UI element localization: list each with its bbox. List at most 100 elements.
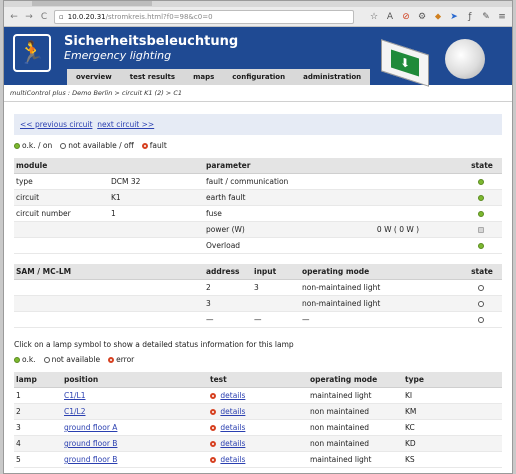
state-cell bbox=[462, 221, 502, 238]
col-state: state bbox=[462, 158, 502, 174]
browser-tab[interactable] bbox=[32, 1, 152, 6]
row-value: DCM 32 bbox=[109, 173, 204, 190]
lamp-mode: maintained light bbox=[308, 387, 403, 404]
lamp-position-link[interactable]: ground floor A bbox=[64, 423, 117, 432]
details-link[interactable]: details bbox=[220, 439, 245, 448]
details-link[interactable]: details bbox=[220, 407, 245, 416]
state-cell bbox=[462, 295, 502, 312]
font-icon[interactable]: A bbox=[385, 12, 395, 22]
lamp-type: KM bbox=[403, 403, 502, 420]
menu-overview[interactable]: overview bbox=[67, 73, 121, 81]
legend-error: error bbox=[108, 355, 134, 364]
arrow-icon[interactable]: ➤ bbox=[449, 12, 459, 22]
col-type: type bbox=[403, 372, 502, 388]
state-cell bbox=[462, 189, 502, 206]
grey-status-icon bbox=[478, 227, 484, 233]
pin-icon[interactable]: ⬥ bbox=[433, 12, 443, 22]
row-pvalue bbox=[334, 237, 462, 254]
col-operating-mode: operating mode bbox=[300, 264, 462, 280]
lamp-number: 4 bbox=[14, 435, 62, 452]
address-bar[interactable]: ▫ 10.0.20.31/stromkreis.html?f0=98&c0=0 bbox=[54, 9, 354, 24]
tools-icon[interactable]: ✎ bbox=[481, 12, 491, 22]
lamp-test-cell: details bbox=[208, 387, 308, 404]
lamp-position-link[interactable]: C1/L1 bbox=[64, 391, 86, 400]
legend-na-label: not available bbox=[51, 355, 101, 364]
lamp-type: KI bbox=[403, 387, 502, 404]
row-mode: non-maintained light bbox=[300, 295, 462, 312]
lamp-position-link[interactable]: ground floor B bbox=[64, 455, 117, 464]
menu-administration[interactable]: administration bbox=[294, 73, 370, 81]
row-param: earth fault bbox=[204, 189, 334, 206]
legend-na: not available / off bbox=[60, 141, 134, 150]
lamp-test-cell: details bbox=[208, 435, 308, 452]
lamp-test-cell: details bbox=[208, 451, 308, 468]
lamp-position-cell: C1/L1 bbox=[62, 387, 208, 404]
module-table: module parameter state type DCM 32 fault… bbox=[14, 158, 502, 254]
col-input: input bbox=[252, 264, 300, 280]
ok-icon bbox=[14, 143, 20, 149]
col-sam: SAM / MC-LM bbox=[14, 264, 204, 280]
error-status-icon[interactable] bbox=[210, 441, 216, 447]
details-link[interactable]: details bbox=[220, 391, 245, 400]
ok-status-icon bbox=[478, 211, 484, 217]
lamp-position-cell: ground floor B bbox=[62, 435, 208, 452]
ok-status-icon bbox=[478, 243, 484, 249]
error-status-icon[interactable] bbox=[210, 409, 216, 415]
row-label: circuit number bbox=[14, 205, 109, 222]
url-host: 10.0.20.31 bbox=[67, 12, 106, 21]
lamp-position-cell: ground floor B bbox=[62, 451, 208, 468]
app-header: 🏃 Sicherheitsbeleuchtung Emergency light… bbox=[4, 27, 512, 87]
row-address: — bbox=[204, 311, 252, 328]
forward-button[interactable]: → bbox=[24, 12, 34, 22]
reload-button[interactable]: C bbox=[39, 12, 49, 22]
previous-circuit-link[interactable]: << previous circuit bbox=[20, 120, 92, 129]
lamp-mode: maintained light bbox=[308, 451, 403, 468]
table-row: 4 ground floor B details non maintained … bbox=[14, 435, 502, 452]
url-path: /stromkreis.html?f0=98&c0=0 bbox=[105, 12, 213, 21]
lamp-position-link[interactable]: ground floor B bbox=[64, 439, 117, 448]
details-link[interactable]: details bbox=[220, 423, 245, 432]
menu-configuration[interactable]: configuration bbox=[223, 73, 294, 81]
legend-ok-label: o.k. bbox=[22, 355, 36, 364]
legend-fault-label: fault bbox=[149, 141, 167, 150]
col-operating-mode: operating mode bbox=[308, 372, 403, 388]
main-menu: overview test results maps configuration… bbox=[67, 69, 371, 85]
na-icon bbox=[60, 143, 67, 149]
legend-na: not available bbox=[43, 355, 101, 364]
menu-maps[interactable]: maps bbox=[184, 73, 223, 81]
lamp-test-cell: details bbox=[208, 403, 308, 420]
row-address: 2 bbox=[204, 279, 252, 296]
lamp-position-link[interactable]: C1/L2 bbox=[64, 407, 86, 416]
status-legend: o.k. / on not available / off fault bbox=[14, 141, 502, 150]
sam-table: SAM / MC-LM address input operating mode… bbox=[14, 264, 502, 328]
formula-icon[interactable]: ƒ bbox=[465, 12, 475, 22]
next-circuit-link[interactable]: next circuit >> bbox=[97, 120, 154, 129]
table-row: 3 non-maintained light bbox=[14, 295, 502, 312]
table-row: 2 C1/L2 details non maintained KM bbox=[14, 403, 502, 420]
extension-icons: ☆ A ⊘ ⚙ ⬥ ➤ ƒ ✎ ≡ bbox=[369, 12, 507, 22]
error-status-icon[interactable] bbox=[210, 393, 216, 399]
gear-icon[interactable]: ⚙ bbox=[417, 12, 427, 22]
star-icon[interactable]: ☆ bbox=[369, 12, 379, 22]
col-state: state bbox=[462, 264, 502, 280]
ok-status-icon bbox=[478, 179, 484, 185]
row-value bbox=[109, 237, 204, 254]
running-man-logo: 🏃 bbox=[13, 34, 51, 72]
circuit-navigation: << previous circuit next circuit >> bbox=[14, 114, 502, 135]
ceiling-lamp-image bbox=[445, 39, 485, 79]
fault-icon bbox=[141, 143, 148, 149]
back-button[interactable]: ← bbox=[9, 12, 19, 22]
state-cell bbox=[462, 205, 502, 222]
error-status-icon[interactable] bbox=[210, 425, 216, 431]
lamp-instruction: Click on a lamp symbol to show a detaile… bbox=[14, 340, 294, 349]
table-row: circuit K1 earth fault bbox=[14, 189, 502, 206]
row-pvalue bbox=[334, 205, 462, 222]
menu-test-results[interactable]: test results bbox=[121, 73, 184, 81]
menu-icon[interactable]: ≡ bbox=[497, 12, 507, 22]
error-status-icon[interactable] bbox=[210, 457, 216, 463]
col-parameter: parameter bbox=[204, 158, 334, 174]
table-row: 5 ground floor B details maintained ligh… bbox=[14, 451, 502, 468]
details-link[interactable]: details bbox=[220, 455, 245, 464]
stop-icon[interactable]: ⊘ bbox=[401, 12, 411, 22]
lamp-test-cell: details bbox=[208, 419, 308, 436]
